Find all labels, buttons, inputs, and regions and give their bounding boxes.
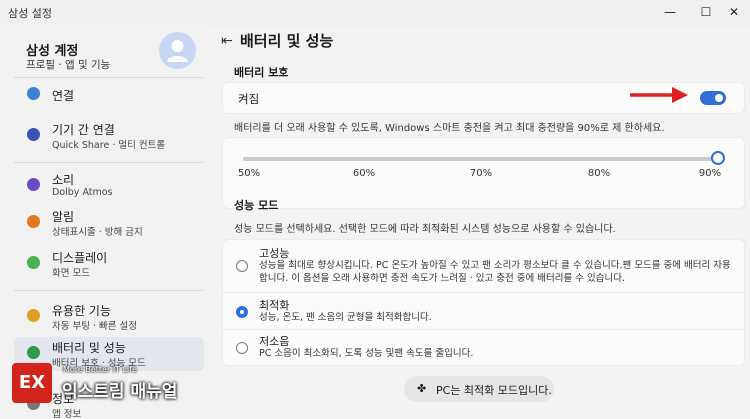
- slider-thumb[interactable]: [711, 151, 725, 165]
- watermark: EX More Better IT Life 익스트림 매뉴얼: [0, 359, 230, 419]
- watermark-name: 익스트림 매뉴얼: [62, 382, 178, 402]
- avatar[interactable]: [159, 32, 196, 69]
- sidebar-item-sound[interactable]: 소리 Dolby Atmos: [14, 169, 204, 203]
- toggle-knob: [715, 94, 723, 102]
- charge-limit-slider[interactable]: [243, 151, 725, 165]
- mode-option-high[interactable]: 고성능 성능을 최대로 향상시킵니다. PC 온도가 높아질 수 있고 팬 소리…: [223, 240, 746, 292]
- minimize-button[interactable]: —: [656, 2, 684, 22]
- mode-description: 성능, 온도, 팬 소음의 균형을 최적화합니다.: [259, 312, 432, 323]
- sidebar-item-label: 유용한 기능: [52, 304, 112, 318]
- bell-icon: [27, 215, 40, 228]
- slider-tick: 50%: [237, 168, 261, 179]
- status-text: PC는 최적화 모드입니다.: [436, 384, 552, 397]
- slider-tick: 60%: [352, 168, 376, 179]
- sidebar-item-useful-features[interactable]: 유용한 기능 자동 부팅 · 빠른 설정: [14, 300, 204, 334]
- status-pill: ✤ PC는 최적화 모드입니다.: [404, 376, 554, 402]
- divider: [14, 162, 204, 163]
- maximize-button[interactable]: ☐: [692, 2, 720, 22]
- sidebar-item-label: 연결: [52, 89, 75, 103]
- sidebar-item-sub: 자동 부팅 · 빠른 설정: [52, 321, 138, 332]
- sidebar-item-device-link[interactable]: 기기 간 연결 Quick Share · 멀티 컨트롤: [14, 119, 204, 153]
- fan-icon: ✤: [417, 382, 427, 395]
- sidebar-item-display[interactable]: 디스플레이 화면 모드: [14, 247, 204, 281]
- mode-description: PC 소음이 최소화되, 도록 성능 및팬 속도를 줄입니다.: [259, 348, 474, 359]
- slider-tick: 90%: [698, 168, 722, 179]
- charge-limit-card: 50% 60% 70% 80% 90%: [222, 137, 745, 209]
- speaker-icon: [27, 178, 40, 191]
- watermark-tagline: More Better IT Life: [63, 365, 138, 374]
- wifi-icon: [27, 87, 40, 100]
- sidebar-item-connections[interactable]: 연결: [14, 78, 204, 112]
- performance-mode-card: 고성능 성능을 최대로 향상시킵니다. PC 온도가 높아질 수 있고 팬 소리…: [222, 239, 746, 366]
- app-title: 삼성 설정: [8, 7, 52, 20]
- section-title-battery-protection: 배터리 보호: [234, 66, 289, 79]
- sidebar-item-label: 소리: [52, 173, 75, 187]
- mode-description: 성능을 최대로 향상시킵니다. PC 온도가 높아질 수 있고 팬 소리가 평소…: [259, 260, 731, 284]
- gear-icon: [27, 309, 40, 322]
- mode-option-optimized[interactable]: 최적화 성능, 온도, 팬 소음의 균형을 최적화합니다.: [223, 293, 746, 329]
- sidebar-item-label: 배터리 및 성능: [52, 341, 126, 355]
- watermark-logo: EX: [12, 363, 52, 403]
- battery-protection-helper: 배터리를 더 오래 사용할 수 있도록, Windows 스마트 충전을 켜고 …: [234, 123, 665, 134]
- performance-helper: 성능 모드를 선택하세요. 선택한 모드에 따라 최적화된 시스템 성능으로 사…: [234, 224, 616, 235]
- mode-option-quiet[interactable]: 저소음 PC 소음이 최소화되, 도록 성능 및팬 속도를 줄입니다.: [223, 330, 746, 366]
- sidebar-item-sub: 상태표시줄 · 방해 금지: [52, 227, 143, 238]
- display-icon: [27, 256, 40, 269]
- sidebar-item-sub: Quick Share · 멀티 컨트롤: [52, 140, 166, 151]
- red-arrow-icon: [630, 87, 688, 103]
- battery-protection-toggle[interactable]: [700, 91, 726, 105]
- sidebar-item-label: 기기 간 연결: [52, 123, 115, 137]
- close-button[interactable]: ✕: [720, 2, 748, 22]
- slider-fill: [243, 157, 718, 161]
- slider-tick: 80%: [587, 168, 611, 179]
- slider-tick: 70%: [469, 168, 493, 179]
- sidebar-item-label: 디스플레이: [52, 251, 108, 265]
- radio-button[interactable]: [236, 260, 248, 272]
- sidebar-item-sub: Dolby Atmos: [52, 187, 113, 198]
- battery-icon: [27, 346, 40, 359]
- sidebar-item-label: 알림: [52, 210, 75, 224]
- title-bar: 삼성 설정 — ☐ ✕: [0, 0, 750, 26]
- devices-icon: [27, 128, 40, 141]
- sidebar-item-sub: 화면 모드: [52, 268, 90, 279]
- radio-button[interactable]: [236, 342, 248, 354]
- sidebar-item-notifications[interactable]: 알림 상태표시줄 · 방해 금지: [14, 206, 204, 240]
- radio-button[interactable]: [236, 306, 248, 318]
- account-subtitle: 프로필 · 앱 및 기능: [26, 59, 111, 71]
- main-content: ⇤ 배터리 및 성능 배터리 보호 켜짐 배터리를 더 오래 사용할 수 있도록…: [218, 26, 750, 419]
- back-icon[interactable]: ⇤: [221, 33, 233, 49]
- page-title: 배터리 및 성능: [240, 32, 334, 50]
- divider: [14, 290, 204, 291]
- toggle-label: 켜짐: [238, 92, 260, 106]
- user-icon: [167, 40, 188, 62]
- section-title-performance: 성능 모드: [234, 199, 279, 212]
